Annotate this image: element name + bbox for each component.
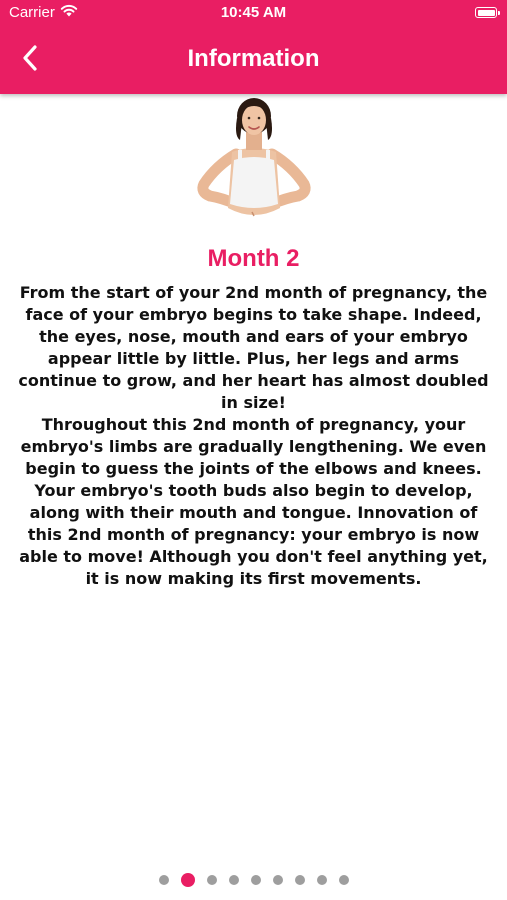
page-dot[interactable] [206,875,217,885]
page-title: Information [187,45,320,72]
month-description: From the start of your 2nd month of preg… [18,283,489,588]
page-dot[interactable] [294,875,305,885]
page-dot[interactable] [158,875,169,885]
page-dot[interactable] [250,875,261,885]
status-time: 10:45 AM [220,4,287,21]
page-dot[interactable] [272,875,283,885]
page-dot[interactable] [228,875,239,885]
status-bar: Carrier 10:45 AM [0,0,507,30]
page-indicator[interactable] [0,872,507,888]
month-title: Month 2 [207,245,300,272]
app-header: Carrier 10:45 AM Information [0,0,507,94]
page-dot[interactable] [316,875,327,885]
page-dot[interactable] [338,875,349,885]
page-dot-active[interactable] [180,873,195,887]
woman-illustration [194,96,314,224]
battery-icon [475,7,500,18]
navigation-bar: Information [0,38,507,82]
